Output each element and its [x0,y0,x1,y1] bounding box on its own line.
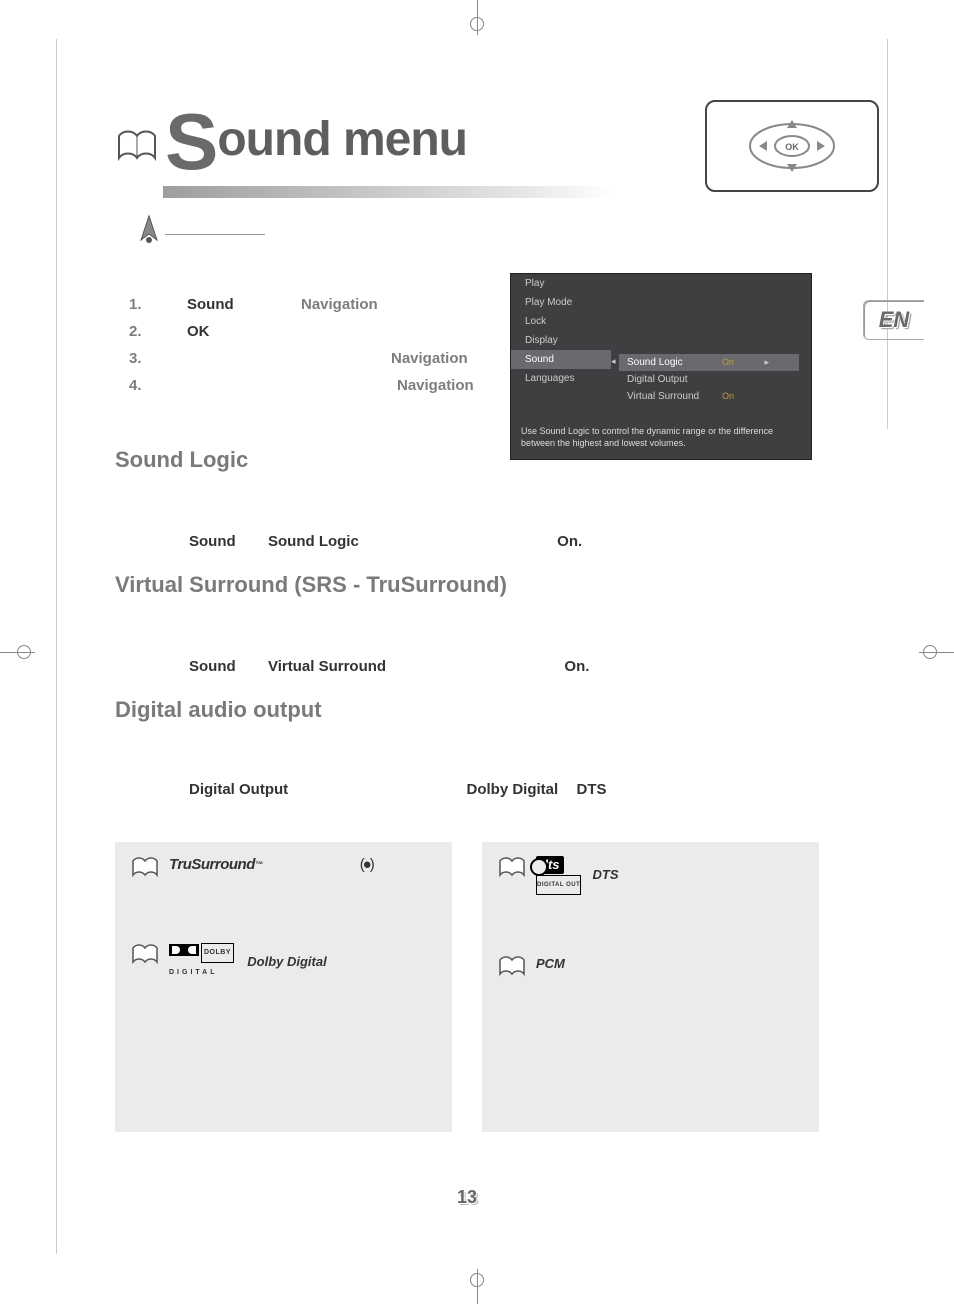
dts-label: DTS [593,867,619,882]
section-heading: Virtual Surround (SRS - TruSurround) [115,572,819,598]
margin-guide-right [887,39,888,429]
triangle-right-icon: ▸ [764,357,769,368]
language-tag: EN [863,300,924,340]
crop-mark-right [914,632,954,672]
step-number: 1. [129,291,153,318]
step-number: 3. [129,345,153,372]
info-entry: dts DIGITAL OUT DTS [498,856,803,895]
info-text: DOLBY DIGITAL Dolby Digital [169,943,436,982]
page-title-row: Sound menu OK [115,100,819,192]
section-line: Sound Sound Logic On. [189,533,819,550]
info-entry: TruSurround™ (●) [131,856,436,883]
osd-description: Use Sound Logic to control the dynamic r… [521,425,801,449]
step-col2: Navigation [391,345,468,372]
pcm-label: PCM [536,956,565,971]
section-digital-output: Digital audio output Digital Output Dolb… [115,697,819,798]
term: On. [564,658,589,675]
term: Sound Logic [268,533,359,550]
book-icon [115,128,159,164]
ok-label: OK [785,142,799,152]
step-col1 [187,372,267,399]
osd-option-row: Virtual Surround On [619,388,799,405]
divider [165,234,265,235]
nav-ok-widget: OK [705,100,879,192]
attention-icon [135,212,163,244]
crop-mark-top [457,0,497,40]
info-text: dts DIGITAL OUT DTS [536,856,803,895]
srs-symbol-icon: (●) [360,856,373,874]
osd-option-row: Sound Logic ▸ On [619,354,799,371]
section-line: Sound Virtual Surround On. [189,658,819,675]
book-icon [131,856,159,883]
osd-left-item-selected: Sound [511,350,611,369]
info-text: TruSurround™ (●) [169,856,436,883]
osd-option-value: On [722,391,734,402]
section-line: Digital Output Dolby Digital DTS [189,781,819,798]
info-boxes: TruSurround™ (●) DOLBY DIGITAL [115,842,819,1132]
osd-left-item: Lock [511,312,611,331]
osd-left-item: Play [511,274,611,293]
step-col2: Navigation [397,372,474,399]
book-icon [498,955,526,982]
info-box-left: TruSurround™ (●) DOLBY DIGITAL [115,842,452,1132]
section-sound-logic: Sound Logic Sound Sound Logic On. [115,447,819,550]
title-rest: ound menu [217,113,467,166]
info-entry: DOLBY DIGITAL Dolby Digital [131,943,436,982]
page-title: Sound menu [165,96,467,188]
term: Sound [189,658,236,675]
osd-screenshot: Play Play Mode Lock Display Sound Langua… [510,273,812,460]
step-col1: OK [187,318,267,345]
crop-mark-left [0,632,40,672]
step-number: 2. [129,318,153,345]
term: Digital Output [189,781,288,798]
section-virtual-surround: Virtual Surround (SRS - TruSurround) Sou… [115,572,819,675]
step-number: 4. [129,372,153,399]
term: Dolby Digital [467,781,559,798]
osd-option-row: Digital Output [619,371,799,388]
osd-left-item: Languages [511,369,611,388]
book-icon [131,943,159,982]
term: On. [557,533,582,550]
step-col2: Navigation [301,291,378,318]
step-col1: Sound [187,291,267,318]
trusurround-logo: TruSurround™ [169,856,266,873]
osd-right-menu: Sound Logic ▸ On Digital Output Virtual … [619,354,799,405]
step-col1 [187,345,267,372]
term: Virtual Surround [268,658,386,675]
term: DTS [577,781,607,798]
osd-option-label: Digital Output [619,374,722,385]
dolby-logo-icon: DOLBY DIGITAL [169,943,234,982]
section-heading: Digital audio output [115,697,819,723]
info-text: PCM [536,955,803,982]
osd-option-label: Virtual Surround [619,391,722,402]
osd-left-item: Play Mode [511,293,611,312]
title-initial: S [165,97,217,186]
page-number: 13 [457,1187,477,1208]
info-box-right: dts DIGITAL OUT DTS PCM [482,842,819,1132]
book-icon [498,856,526,895]
osd-left-item: Display [511,331,611,350]
osd-option-value: On [722,357,734,368]
dts-logo-icon: dts DIGITAL OUT [536,856,581,895]
crop-mark-bottom [457,1264,497,1304]
info-entry: PCM [498,955,803,982]
osd-option-label: Sound Logic [619,357,722,368]
margin-guide-left [56,39,57,1254]
dolby-label: Dolby Digital [247,954,326,969]
term: Sound [189,533,236,550]
